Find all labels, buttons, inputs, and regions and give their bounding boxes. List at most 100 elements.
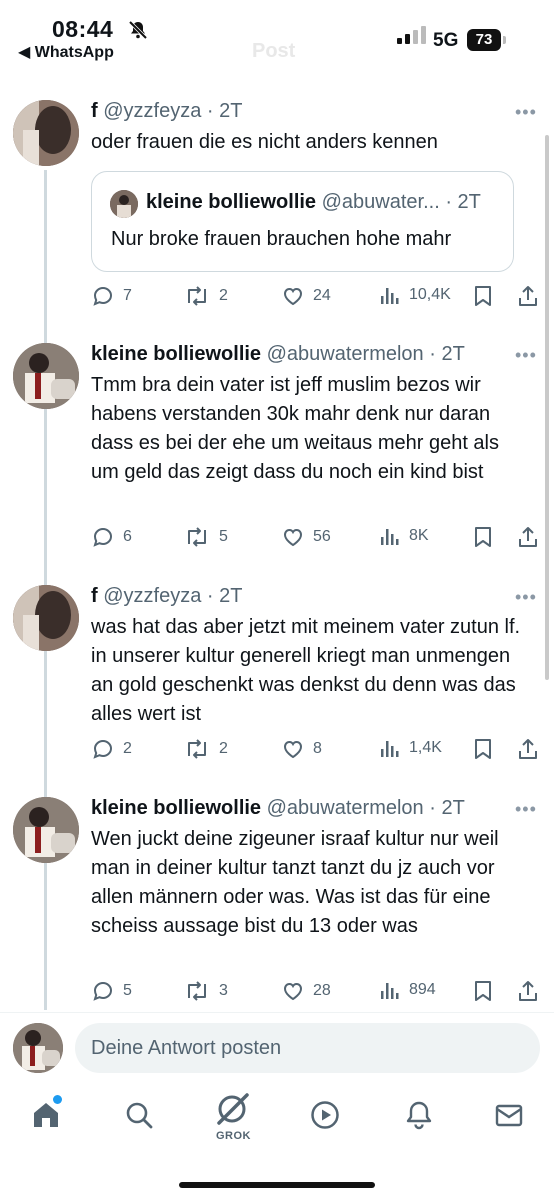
repost-count: 3 [219, 982, 228, 999]
tweet-actions: 2 2 8 1,4K [91, 737, 551, 763]
bell-slash-icon [128, 20, 148, 40]
display-name[interactable]: f [91, 585, 98, 607]
my-avatar[interactable] [13, 1023, 63, 1073]
status-bar: 08:44 ◀ WhatsApp Post 5G 73 [0, 0, 554, 70]
bell-icon[interactable] [404, 1100, 434, 1135]
heart-icon [283, 287, 303, 306]
repost-count: 2 [219, 740, 228, 757]
avatar[interactable] [13, 585, 79, 651]
views-icon [381, 983, 399, 999]
like-button[interactable]: 8 [281, 737, 322, 761]
reply-placeholder: Deine Antwort posten [91, 1037, 282, 1059]
reply-button[interactable]: 2 [91, 737, 132, 761]
views-button[interactable]: 894 [379, 979, 436, 1001]
battery-level: 73 [467, 29, 501, 51]
display-name[interactable]: f [91, 100, 98, 122]
reply-button[interactable]: 6 [91, 525, 132, 549]
bookmark-button[interactable] [472, 525, 502, 549]
quote-timestamp: · 2T [445, 191, 481, 213]
views-count: 1,4K [409, 739, 442, 756]
clock: 08:44 [52, 16, 114, 42]
more-options-icon[interactable]: ••• [515, 345, 537, 366]
more-options-icon[interactable]: ••• [515, 799, 537, 820]
share-icon [519, 286, 537, 306]
page-title: Post [252, 40, 296, 62]
quoted-tweet[interactable]: kleine bolliewollie @abuwater... · 2T Nu… [91, 171, 514, 272]
handle[interactable]: @yzzfeyza [103, 585, 201, 607]
tweet-text: was hat das aber jetzt mit meinem vater … [91, 616, 521, 725]
display-name[interactable]: kleine bolliewollie [91, 343, 261, 365]
views-icon [381, 741, 399, 757]
share-icon [519, 527, 537, 547]
quote-handle: @abuwater... [321, 191, 440, 213]
tweet-header: kleine bolliewollie @abuwatermelon · 2T [91, 797, 465, 820]
back-to-app-link[interactable]: ◀ WhatsApp [18, 42, 114, 62]
handle[interactable]: @abuwatermelon [267, 343, 424, 365]
timestamp: · 2T [429, 343, 465, 365]
notification-dot [53, 1095, 62, 1104]
quote-display-name: kleine bolliewollie [146, 191, 317, 213]
reply-icon [93, 527, 113, 547]
heart-icon [283, 528, 303, 547]
heart-icon [283, 740, 303, 759]
repost-icon [188, 739, 206, 759]
grok-icon[interactable] [213, 1091, 253, 1132]
views-count: 10,4K [409, 286, 451, 303]
views-button[interactable]: 8K [379, 525, 429, 547]
search-icon[interactable] [124, 1100, 154, 1135]
share-button[interactable] [516, 737, 548, 761]
like-button[interactable]: 24 [281, 284, 331, 308]
timestamp: · 2T [429, 797, 465, 819]
bookmark-icon [475, 527, 491, 547]
repost-count: 2 [219, 287, 228, 304]
like-count: 56 [313, 528, 331, 545]
handle[interactable]: @abuwatermelon [267, 797, 424, 819]
avatar[interactable] [13, 343, 79, 409]
timestamp: · 2T [206, 585, 243, 607]
tweet-actions: 7 2 24 10,4K [91, 284, 551, 310]
play-icon[interactable] [310, 1100, 340, 1135]
views-button[interactable]: 1,4K [379, 737, 442, 759]
share-icon [519, 739, 537, 759]
like-button[interactable]: 28 [281, 979, 331, 1003]
repost-button[interactable]: 5 [183, 525, 228, 549]
tweet-header: f @yzzfeyza · 2T [91, 585, 242, 608]
more-options-icon[interactable]: ••• [515, 587, 537, 608]
avatar[interactable] [13, 797, 79, 863]
views-icon [381, 288, 399, 304]
handle[interactable]: @yzzfeyza [103, 100, 201, 122]
share-button[interactable] [516, 525, 548, 549]
like-button[interactable]: 56 [281, 525, 331, 549]
scrollbar[interactable] [545, 135, 549, 680]
more-options-icon[interactable]: ••• [515, 102, 537, 123]
like-count: 24 [313, 287, 331, 304]
repost-button[interactable]: 2 [183, 737, 228, 761]
bookmark-icon [475, 739, 491, 759]
avatar[interactable] [13, 100, 79, 166]
bookmark-button[interactable] [472, 979, 502, 1003]
bookmark-button[interactable] [472, 737, 502, 761]
share-button[interactable] [516, 284, 548, 308]
display-name[interactable]: kleine bolliewollie [91, 797, 261, 819]
bookmark-button[interactable] [472, 284, 502, 308]
views-button[interactable]: 10,4K [379, 284, 451, 306]
quote-text: Nur broke frauen brauchen hohe mahr [111, 228, 452, 250]
repost-button[interactable]: 2 [183, 284, 228, 308]
quote-header: kleine bolliewollie @abuwater... · 2T [146, 191, 481, 214]
tweet-text: oder frauen die es nicht anders kennen [91, 131, 438, 153]
repost-button[interactable]: 3 [183, 979, 228, 1003]
share-button[interactable] [516, 979, 548, 1003]
reply-button[interactable]: 5 [91, 979, 132, 1003]
mail-icon[interactable] [494, 1100, 524, 1135]
thread[interactable]: f @yzzfeyza · 2T ••• oder frauen die es … [0, 70, 554, 1010]
views-count: 894 [409, 981, 436, 998]
reply-count: 6 [123, 528, 132, 545]
tweet-text: Wen juckt deine zigeuner israaf kultur n… [91, 828, 499, 937]
reply-button[interactable]: 7 [91, 284, 132, 308]
views-count: 8K [409, 527, 429, 544]
home-icon[interactable] [31, 1100, 61, 1135]
bottom-tab-bar [0, 1086, 554, 1158]
home-indicator[interactable] [179, 1182, 375, 1188]
bookmark-icon [475, 286, 491, 306]
like-count: 8 [313, 740, 322, 757]
